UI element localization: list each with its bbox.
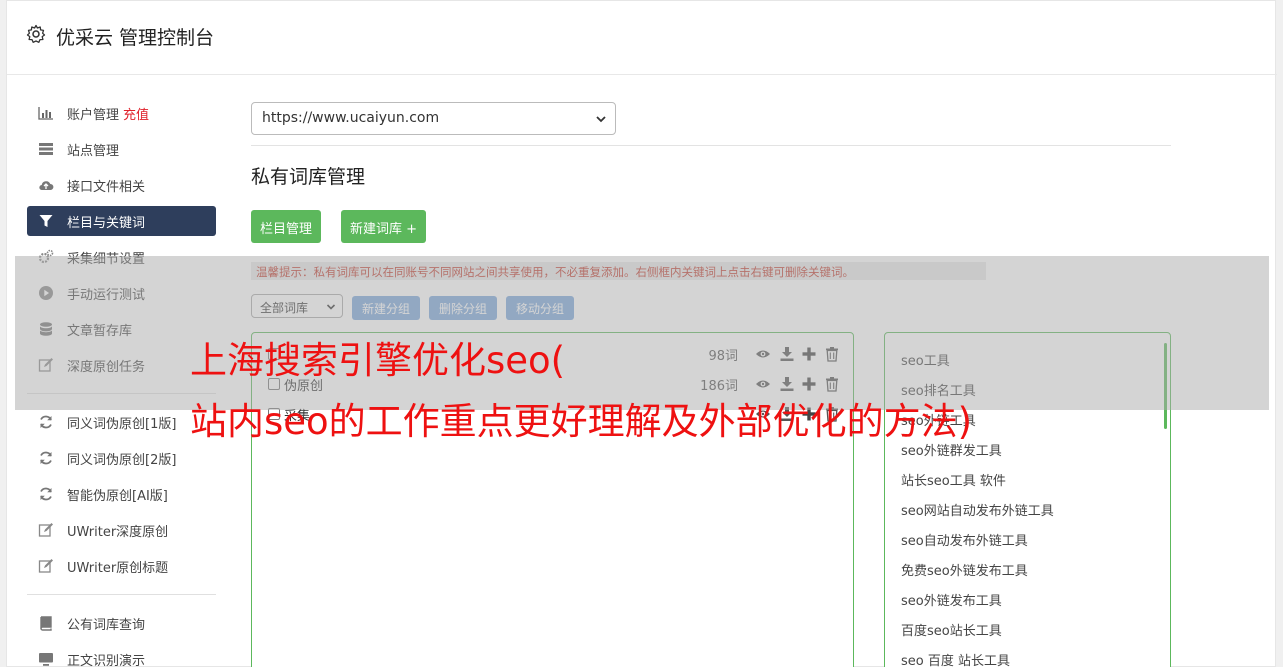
- keyword-item[interactable]: seo网站自动发布外链工具: [901, 500, 1054, 519]
- refresh-icon: [40, 415, 52, 429]
- sidebar-item-label: 智能伪原创[AI版]: [67, 489, 168, 504]
- overlay-headline-line2: 站内seo的工作重点更好理解及外部优化的方法): [190, 400, 973, 443]
- sidebar-item-label: UWriter深度原创: [67, 525, 169, 540]
- sidebar-item-synonym-v2[interactable]: 同义词伪原创[2版]: [27, 443, 216, 473]
- sidebar-item-account[interactable]: 账户管理 充值: [27, 98, 216, 128]
- keyword-item[interactable]: 百度seo站长工具: [901, 620, 1002, 639]
- sidebar-item-label: 正文识别演示: [67, 654, 146, 667]
- sidebar-item-uwriter-deep[interactable]: UWriter深度原创: [27, 515, 216, 545]
- sidebar-item-ai-rewrite[interactable]: 智能伪原创[AI版]: [27, 479, 216, 509]
- site-select-value: https://www.ucaiyun.com: [262, 110, 440, 126]
- app-title: 优采云 管理控制台: [56, 27, 215, 49]
- edit-icon: [38, 559, 53, 573]
- header: 优采云 管理控制台: [7, 1, 1277, 75]
- gear-icon: [26, 24, 46, 43]
- sidebar-item-uwriter-title[interactable]: UWriter原创标题: [27, 551, 216, 581]
- keyword-item[interactable]: seo外链发布工具: [901, 590, 1002, 609]
- sidebar-item-label: 栏目与关键词: [67, 216, 146, 231]
- recharge-link[interactable]: 充值: [123, 108, 149, 123]
- sidebar-item-label: 同义词伪原创[1版]: [67, 417, 177, 432]
- keyword-item[interactable]: 免费seo外链发布工具: [901, 560, 1028, 579]
- monitor-icon: [39, 653, 53, 666]
- sidebar-item-columns-keywords[interactable]: 栏目与关键词: [27, 206, 216, 236]
- sidebar-item-synonym-v1[interactable]: 同义词伪原创[1版]: [27, 407, 216, 437]
- column-manage-button[interactable]: 栏目管理: [251, 210, 322, 243]
- sidebar-item-label: 账户管理: [67, 108, 120, 123]
- edit-icon: [38, 523, 53, 537]
- keyword-item[interactable]: seo自动发布外链工具: [901, 530, 1028, 549]
- book-icon: [40, 616, 52, 631]
- refresh-icon: [40, 451, 52, 465]
- overlay-headline-line1: 上海搜索引擎优化seo(: [190, 339, 566, 382]
- sidebar-item-label: UWriter原创标题: [67, 561, 169, 576]
- chevron-down-icon: [596, 116, 606, 123]
- divider: [251, 145, 1171, 146]
- section-title: 私有词库管理: [251, 166, 366, 188]
- filter-icon: [39, 215, 53, 227]
- refresh-icon: [40, 487, 52, 501]
- overlay-band: [15, 256, 1269, 410]
- server-icon: [39, 143, 53, 155]
- sidebar-item-api-files[interactable]: 接口文件相关: [27, 170, 216, 200]
- site-select[interactable]: https://www.ucaiyun.com: [251, 102, 616, 135]
- sidebar-item-label: 同义词伪原创[2版]: [67, 453, 177, 468]
- sidebar-item-sites[interactable]: 站点管理: [27, 134, 216, 164]
- sidebar-item-label: 站点管理: [67, 144, 120, 159]
- sidebar-item-public-library[interactable]: 公有词库查询: [27, 608, 216, 638]
- bar-chart-icon: [38, 107, 53, 120]
- keyword-item[interactable]: seo 百度 站长工具: [901, 650, 1010, 667]
- new-library-button[interactable]: 新建词库 +: [341, 210, 427, 243]
- sidebar-divider: [27, 594, 216, 595]
- keyword-item[interactable]: 站长seo工具 软件: [901, 470, 1006, 489]
- sidebar-item-label: 接口文件相关: [67, 180, 146, 195]
- sidebar-item-text-recognition[interactable]: 正文识别演示: [27, 644, 216, 667]
- cloud-upload-icon: [39, 181, 54, 191]
- sidebar-item-label: 公有词库查询: [67, 618, 146, 633]
